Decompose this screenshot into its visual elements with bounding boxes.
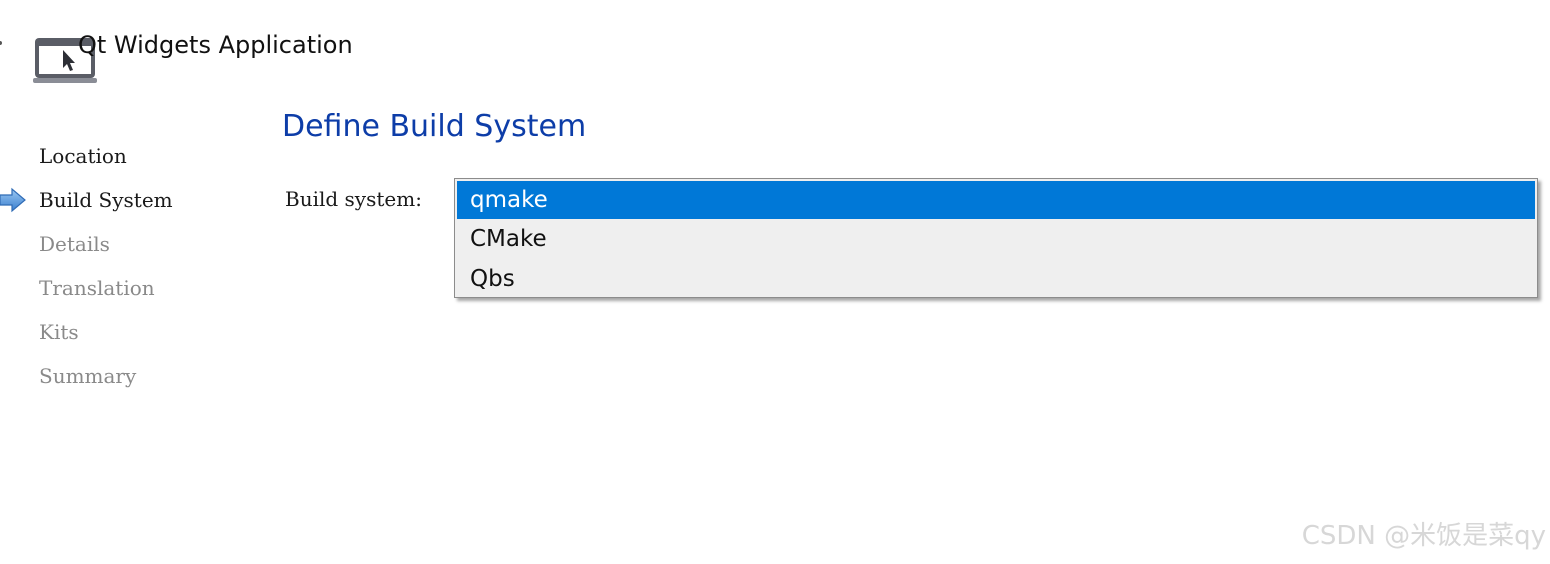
page-title: Define Build System	[282, 109, 587, 144]
build-system-dropdown-list[interactable]: qmake CMake Qbs	[454, 178, 1538, 298]
step-summary: Summary	[39, 364, 137, 388]
arrow-right-icon	[0, 186, 28, 214]
wizard-steps-sidebar: Location Build System Details Translatio…	[0, 0, 260, 564]
step-details: Details	[39, 232, 110, 256]
wizard-page: Qt Widgets Application Location Build Sy…	[0, 0, 1550, 564]
option-cmake[interactable]: CMake	[457, 220, 1535, 258]
step-translation: Translation	[39, 276, 155, 300]
build-system-label: Build system:	[285, 187, 422, 211]
step-build-system: Build System	[39, 188, 173, 212]
step-kits: Kits	[39, 320, 79, 344]
step-location: Location	[39, 144, 127, 168]
option-qmake[interactable]: qmake	[457, 181, 1535, 219]
option-qbs[interactable]: Qbs	[457, 260, 1535, 298]
watermark: CSDN @米饭是菜qy	[1301, 521, 1546, 551]
